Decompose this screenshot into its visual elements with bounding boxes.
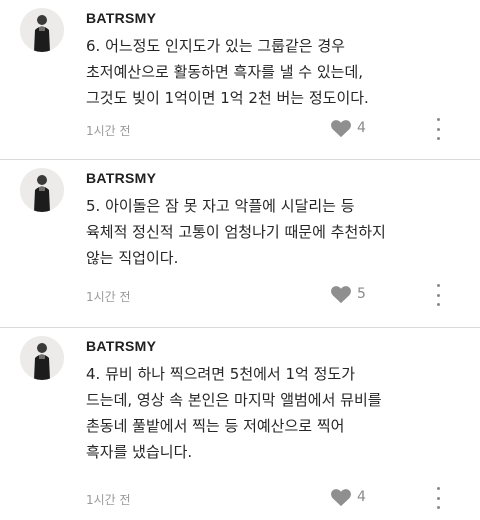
- comment-text: 6. 어느정도 인지도가 있는 그룹같은 경우 초저예산으로 활동하면 흑자를 …: [86, 33, 471, 111]
- more-vertical-icon-dot: [436, 137, 440, 140]
- comment-line: 6. 어느정도 인지도가 있는 그룹같은 경우: [86, 37, 345, 55]
- like-count: 4: [357, 120, 366, 136]
- comment-line: 5. 아이돌은 잠 못 자고 악플에 시달리는 등: [86, 197, 355, 215]
- comment-line: 육체적 정신적 고통이 엄청나기 때문에 추천하지: [86, 223, 386, 241]
- username[interactable]: BATRSMY: [86, 338, 156, 354]
- like-count: 5: [357, 286, 366, 302]
- like-button[interactable]: 4: [330, 116, 390, 140]
- username[interactable]: BATRSMY: [86, 170, 156, 186]
- timestamp: 1시간 전: [86, 493, 131, 507]
- comment-post: BATRSMY 5. 아이돌은 잠 못 자고 악플에 시달리는 등 육체적 정신…: [0, 160, 480, 328]
- comment-line: 흑자를 냈습니다.: [86, 443, 193, 461]
- more-vertical-icon-dot: [436, 293, 440, 297]
- more-vertical-icon-dot: [436, 487, 440, 490]
- timestamp: 1시간 전: [86, 124, 131, 138]
- more-options-button[interactable]: [430, 284, 446, 306]
- comment-line: 촌동네 풀밭에서 찍는 등 저예산으로 찍어: [86, 417, 345, 435]
- heart-icon: [331, 286, 351, 304]
- more-vertical-icon-dot: [436, 118, 440, 121]
- username[interactable]: BATRSMY: [86, 10, 156, 26]
- comment-line: 않는 직업이다.: [86, 249, 179, 267]
- more-vertical-icon-dot: [436, 496, 440, 500]
- more-vertical-icon-dot: [436, 506, 440, 509]
- like-button[interactable]: 4: [330, 485, 390, 509]
- comment-text: 4. 뮤비 하나 찍으려면 5천에서 1억 정도가 드는데, 영상 속 본인은 …: [86, 361, 471, 465]
- comment-line: 그것도 빚이 1억이면 1억 2천 버는 정도이다.: [86, 89, 369, 107]
- comment-post: BATRSMY 4. 뮤비 하나 찍으려면 5천에서 1억 정도가 드는데, 영…: [0, 328, 480, 520]
- comment-text: 5. 아이돌은 잠 못 자고 악플에 시달리는 등 육체적 정신적 고통이 엄청…: [86, 193, 471, 271]
- avatar[interactable]: [20, 336, 64, 380]
- comment-line: 초저예산으로 활동하면 흑자를 낼 수 있는데,: [86, 63, 364, 81]
- more-vertical-icon-dot: [436, 303, 440, 306]
- comment-line: 드는데, 영상 속 본인은 마지막 앨범에서 뮤비를: [86, 391, 382, 409]
- comment-post: BATRSMY 6. 어느정도 인지도가 있는 그룹같은 경우 초저예산으로 활…: [0, 0, 480, 160]
- heart-icon: [331, 120, 351, 138]
- more-vertical-icon-dot: [436, 127, 440, 131]
- more-options-button[interactable]: [430, 118, 446, 140]
- heart-icon: [331, 489, 351, 507]
- more-options-button[interactable]: [430, 487, 446, 509]
- comment-line: 4. 뮤비 하나 찍으려면 5천에서 1억 정도가: [86, 365, 356, 383]
- avatar[interactable]: [20, 168, 64, 212]
- like-count: 4: [357, 489, 366, 505]
- comment-feed: BATRSMY 6. 어느정도 인지도가 있는 그룹같은 경우 초저예산으로 활…: [0, 0, 480, 520]
- like-button[interactable]: 5: [330, 282, 390, 306]
- timestamp: 1시간 전: [86, 290, 131, 304]
- avatar[interactable]: [20, 8, 64, 52]
- more-vertical-icon-dot: [436, 284, 440, 287]
